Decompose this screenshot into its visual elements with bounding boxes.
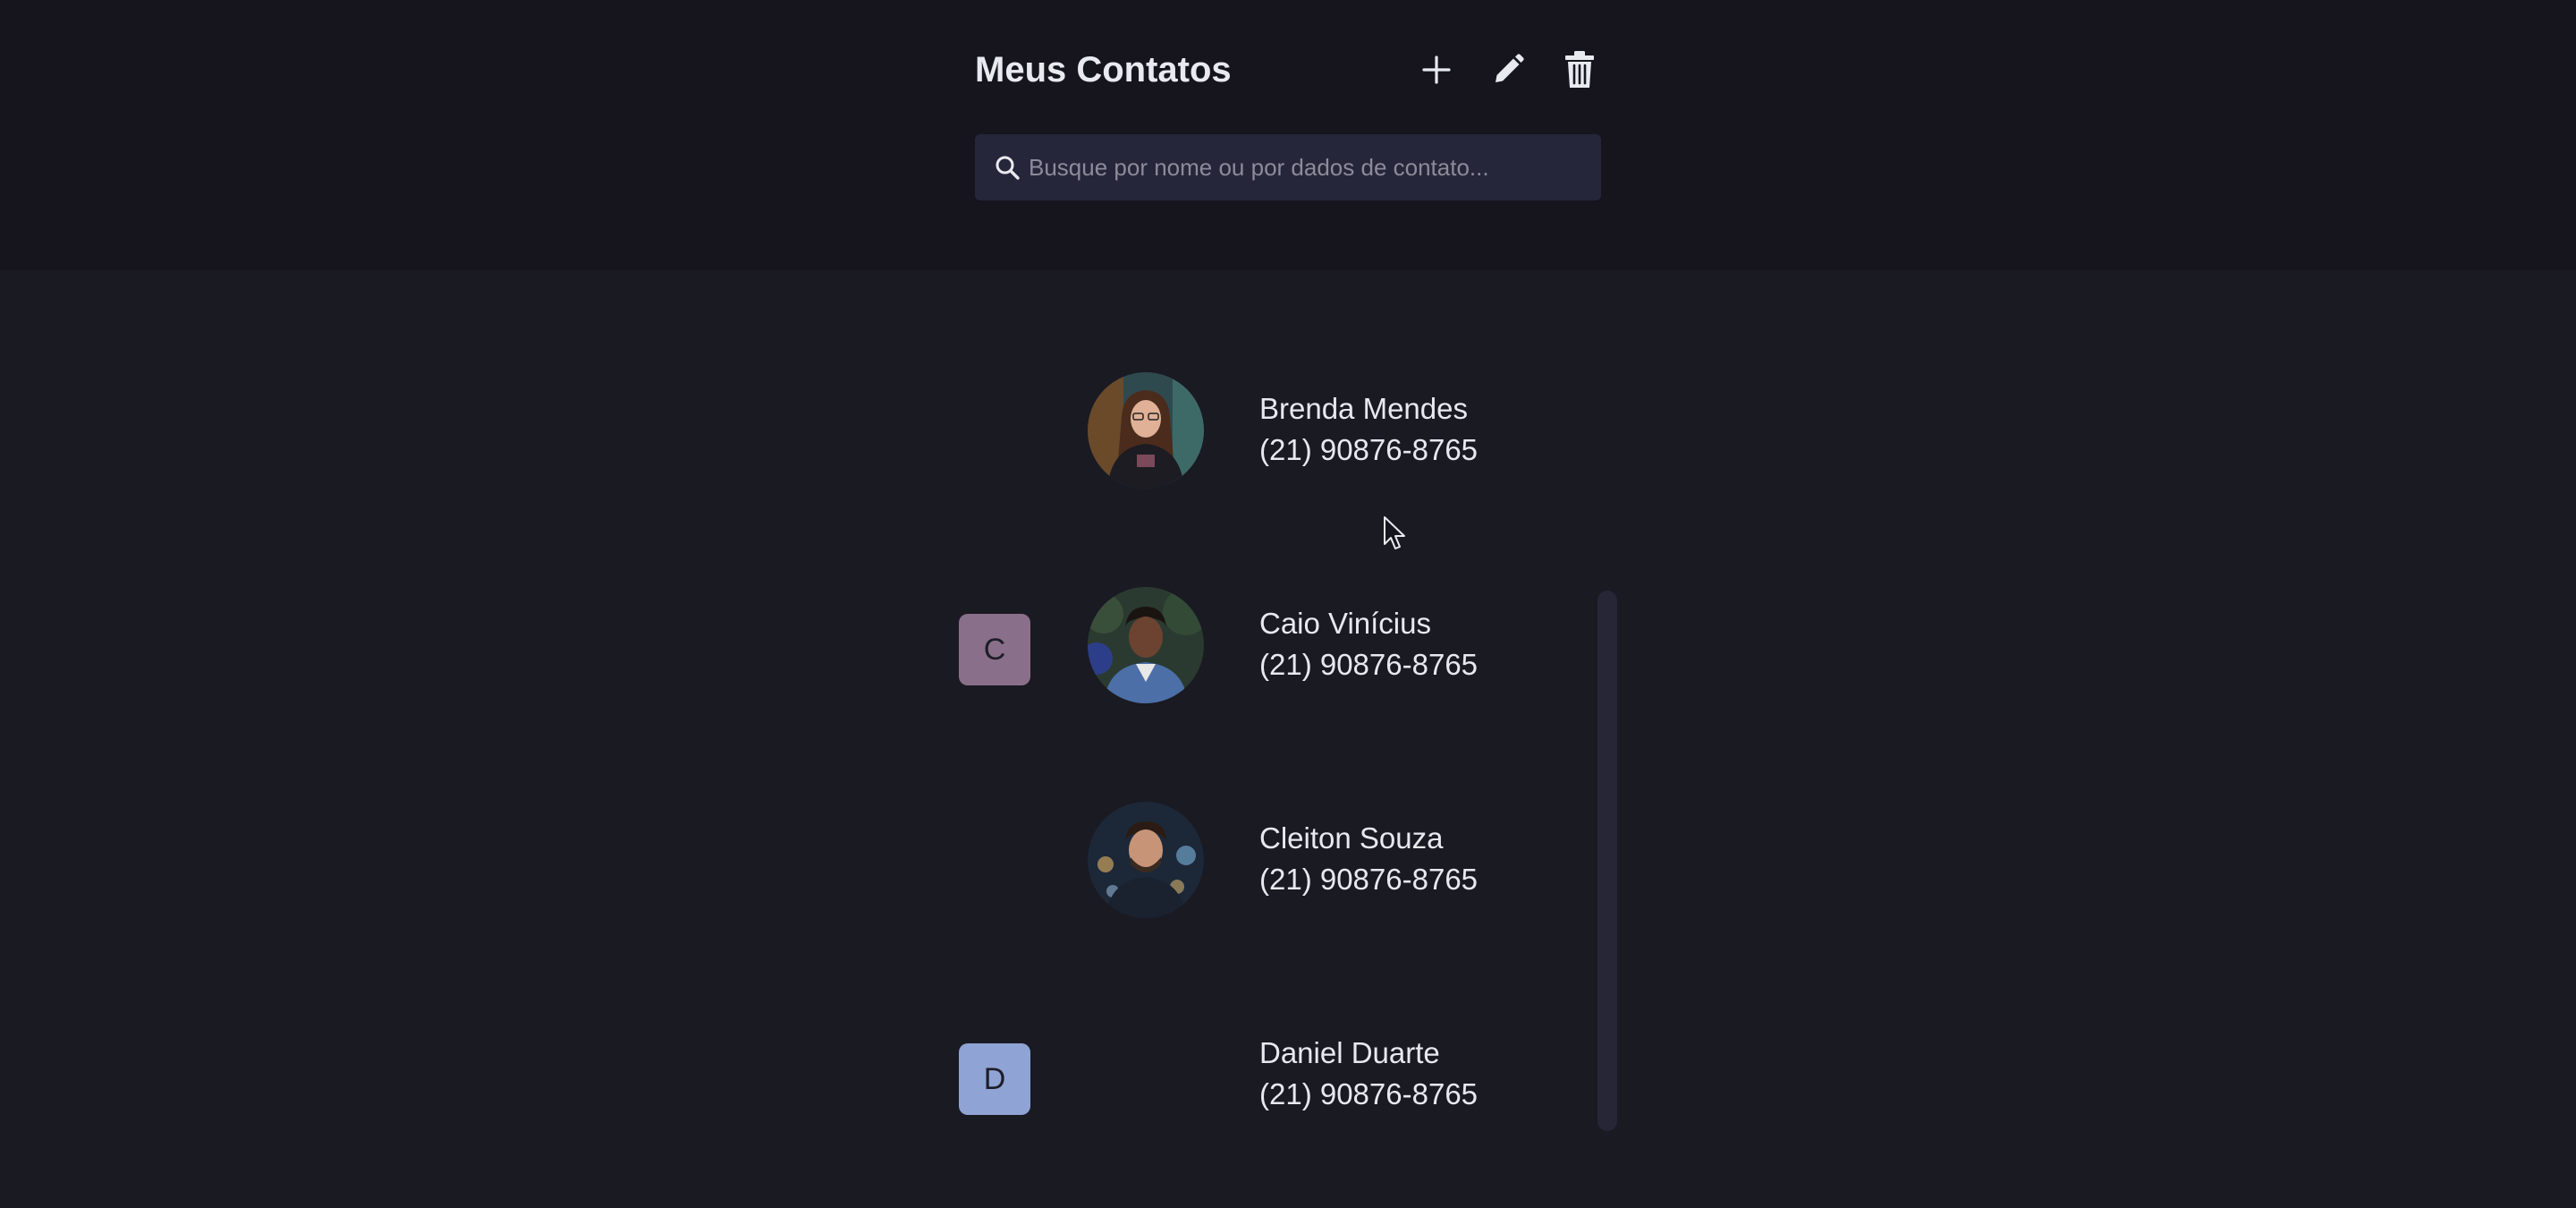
scrollbar[interactable] (1597, 591, 1617, 1131)
search-icon (993, 153, 1021, 182)
contact-item-caio-vinicius[interactable]: C Caio Vinícius (21) 90876-8765 (957, 587, 1601, 712)
contact-phone: (21) 90876-8765 (1259, 1077, 1479, 1110)
avatar (1088, 587, 1204, 703)
search-bar (975, 134, 1601, 200)
edit-contact-button[interactable] (1483, 45, 1533, 95)
contact-item-cleiton-souza[interactable]: Cleiton Souza (21) 90876-8765 (957, 802, 1601, 927)
add-contact-button[interactable] (1411, 45, 1462, 95)
delete-contact-button[interactable] (1555, 45, 1605, 95)
contact-phone: (21) 90876-8765 (1259, 648, 1479, 681)
contact-item-brenda-mendes[interactable]: Brenda Mendes (21) 90876-8765 (957, 372, 1601, 498)
avatar (1088, 372, 1204, 489)
avatar (1088, 802, 1204, 918)
contact-name: Cleiton Souza (1259, 821, 1444, 855)
search-input[interactable] (1029, 134, 1601, 200)
mouse-cursor-icon (1383, 515, 1408, 556)
contact-info: Brenda Mendes (21) 90876-8765 (1259, 388, 1478, 471)
contact-info: Daniel Duarte (21) 90876-8765 (1259, 1033, 1478, 1115)
contact-name: Caio Vinícius (1259, 607, 1431, 640)
group-letter-badge: C (959, 614, 1030, 685)
plus-icon (1422, 55, 1451, 84)
page-title: Meus Contatos (975, 50, 1232, 89)
trash-icon (1565, 51, 1594, 88)
contact-name: Daniel Duarte (1259, 1036, 1440, 1069)
contact-info: Cleiton Souza (21) 90876-8765 (1259, 818, 1478, 900)
contact-info: Caio Vinícius (21) 90876-8765 (1259, 603, 1478, 685)
group-letter-badge: D (959, 1043, 1030, 1115)
pencil-icon (1496, 54, 1524, 82)
header: Meus Contatos (0, 0, 2576, 270)
contact-phone: (21) 90876-8765 (1259, 863, 1479, 896)
contact-phone: (21) 90876-8765 (1259, 433, 1479, 466)
contact-name: Brenda Mendes (1259, 392, 1468, 425)
contact-item-daniel-duarte[interactable]: D Daniel Duarte (21) 90876-8765 (957, 1017, 1601, 1142)
